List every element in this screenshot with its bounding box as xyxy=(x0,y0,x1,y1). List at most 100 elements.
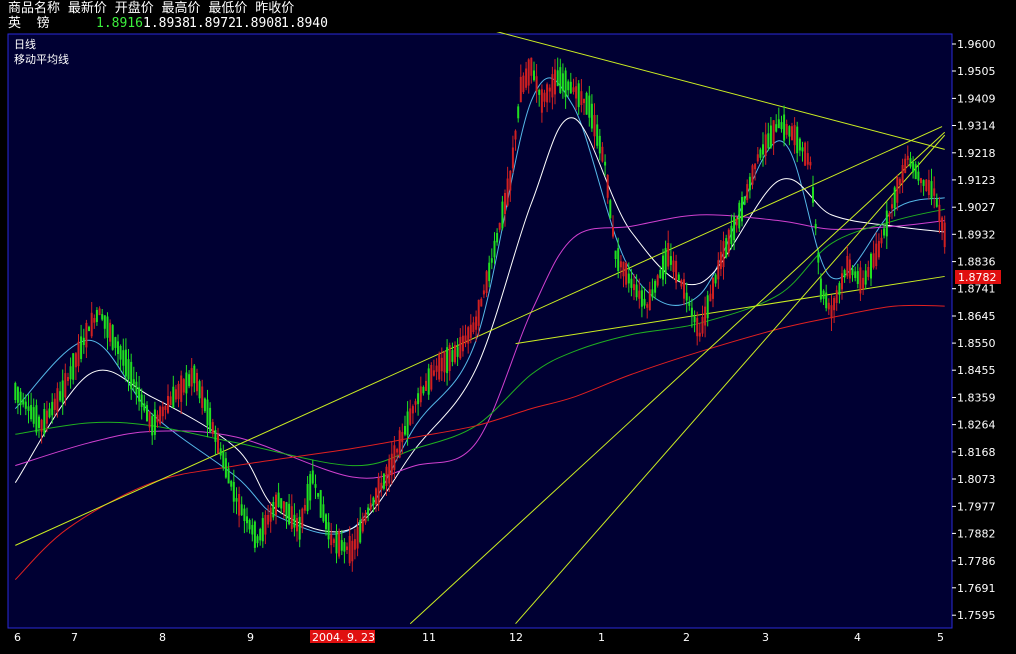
y-axis: 1.9600 1.9505 1.9409 1.9314 1.9218 1.9123 1.90… xyxy=(952,38,1001,622)
candle-body xyxy=(422,386,425,394)
candle-body xyxy=(596,124,599,146)
candle-body xyxy=(95,310,98,322)
candle-body xyxy=(132,379,135,385)
candle-body xyxy=(235,498,238,502)
candle-body xyxy=(654,281,657,293)
y-tick-label: 1.7977 xyxy=(957,500,996,513)
candle-body xyxy=(67,377,69,381)
candle-body xyxy=(51,401,54,416)
candle-body xyxy=(404,426,406,435)
candle-body xyxy=(917,171,920,181)
candle-body xyxy=(651,289,654,298)
candle-body xyxy=(440,357,443,372)
candle-body xyxy=(941,217,944,231)
candle-body xyxy=(198,381,201,399)
candle xyxy=(656,273,659,288)
candle xyxy=(625,261,628,288)
candle-body xyxy=(619,261,622,268)
candle-body xyxy=(680,280,683,287)
candle-body xyxy=(551,74,554,98)
candle-body xyxy=(306,484,309,512)
candle-body xyxy=(80,336,83,359)
candle-body xyxy=(153,409,156,435)
y-tick-label: 1.8455 xyxy=(957,364,996,377)
candle-body xyxy=(741,197,743,222)
quote-value-row: 英 镑 1.89161.89381.89721.89081.8940 xyxy=(8,16,328,31)
prev-close-price: 1.8940 xyxy=(281,16,328,31)
candle-body xyxy=(398,430,401,458)
candle-body xyxy=(559,67,562,93)
candle-body xyxy=(522,75,525,93)
plot-area xyxy=(7,33,953,629)
candle-body xyxy=(933,188,936,196)
symbol-name: 英 镑 xyxy=(8,16,50,31)
candle-body xyxy=(722,241,725,268)
candle-body xyxy=(224,458,227,478)
candle-body xyxy=(353,539,356,550)
candle-body xyxy=(356,527,359,549)
candle-body xyxy=(561,73,564,91)
candle-body xyxy=(614,250,617,259)
candle-body xyxy=(914,164,917,180)
candle-body xyxy=(243,508,246,521)
candle-body xyxy=(825,292,828,309)
candle-body xyxy=(538,89,541,95)
candle-body xyxy=(817,252,820,263)
candle-body xyxy=(754,163,757,170)
candle-body xyxy=(119,346,122,360)
candle-body xyxy=(285,502,288,519)
x-tick-label: 3 xyxy=(762,631,769,644)
candle-body xyxy=(885,210,888,237)
candle-body xyxy=(98,308,101,316)
candle-body xyxy=(127,359,130,380)
y-tick-label: 1.9600 xyxy=(957,38,996,51)
candle-body xyxy=(909,158,912,167)
candle-body xyxy=(696,317,699,337)
candle-body xyxy=(69,366,72,380)
y-tick-label: 1.8836 xyxy=(957,256,996,269)
y-tick-label: 1.7595 xyxy=(957,609,996,622)
y-tick-label: 1.8645 xyxy=(957,310,996,323)
candle-body xyxy=(151,416,154,436)
candle-body xyxy=(575,86,578,99)
candle xyxy=(522,72,525,94)
candle-body xyxy=(214,430,217,442)
candle-body xyxy=(554,69,556,95)
candle-body xyxy=(556,70,559,87)
candle-body xyxy=(319,490,322,518)
candle-body xyxy=(432,370,435,376)
quote-header-row: 商品名称 最新价 开盘价 最高价 最低价 昨收价 xyxy=(8,1,294,16)
candle xyxy=(585,91,588,115)
candle-body xyxy=(601,146,604,162)
candle-body xyxy=(367,507,370,515)
candle-body xyxy=(717,260,720,280)
candle-body xyxy=(888,212,891,217)
candle-body xyxy=(496,233,499,243)
candle-body xyxy=(269,507,272,522)
candle-body xyxy=(230,480,233,487)
current-price-label: 1.8782 xyxy=(958,271,997,284)
candle-body xyxy=(30,405,33,420)
candle-body xyxy=(756,154,759,162)
candle-body xyxy=(382,473,385,489)
candle-body xyxy=(372,497,375,505)
candle-body xyxy=(90,312,93,337)
candle-body xyxy=(675,260,678,283)
y-tick-label: 1.7691 xyxy=(957,582,996,595)
candle xyxy=(398,426,401,459)
candle-body xyxy=(777,119,780,129)
candle-body xyxy=(251,524,254,535)
x-tick-label: 8 xyxy=(159,631,166,644)
candle-body xyxy=(74,353,77,368)
candle-body xyxy=(238,494,241,516)
header-last: 最新价 xyxy=(67,1,107,16)
price-chart[interactable]: 日线 移动平均线 1.96001.95051.94091.93141.92181… xyxy=(0,32,1016,654)
candle-body xyxy=(185,372,188,394)
candle-body xyxy=(498,222,501,230)
candle-body xyxy=(401,432,404,443)
candle-body xyxy=(140,394,143,407)
candle-body xyxy=(14,383,17,400)
candle-body xyxy=(501,201,504,229)
candle-body xyxy=(648,289,651,310)
candle-body xyxy=(827,302,830,310)
